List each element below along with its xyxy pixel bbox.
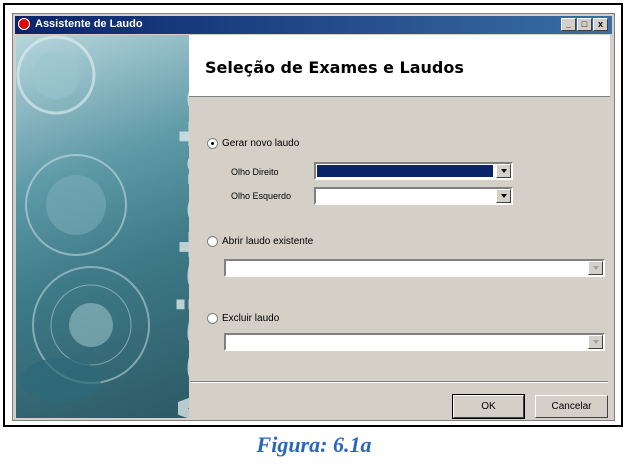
radio-gerar[interactable]: Gerar novo laudo bbox=[207, 138, 299, 149]
radio-abrir-label: Abrir laudo existente bbox=[222, 236, 314, 247]
minimize-button[interactable]: _ bbox=[561, 18, 576, 31]
ok-button[interactable]: OK bbox=[452, 394, 525, 419]
close-button[interactable]: x bbox=[593, 18, 608, 31]
chevron-down-icon[interactable] bbox=[588, 261, 603, 275]
footer-separator bbox=[190, 381, 608, 383]
figure-caption: Figura: 6.1a bbox=[256, 432, 372, 457]
window-controls: _ □ x bbox=[561, 18, 608, 31]
chevron-down-icon[interactable] bbox=[588, 335, 603, 349]
radio-gerar-label: Gerar novo laudo bbox=[222, 138, 300, 149]
olho-esquerdo-combo[interactable] bbox=[314, 187, 513, 205]
radio-gerar-indicator[interactable] bbox=[207, 138, 218, 149]
excluir-laudo-combo[interactable] bbox=[224, 333, 605, 351]
radio-excluir-indicator[interactable] bbox=[207, 313, 218, 324]
olho-esquerdo-label: Olho Esquerdo bbox=[231, 191, 292, 201]
maximize-button[interactable]: □ bbox=[577, 18, 592, 31]
title-bar[interactable]: Assistente de Laudo _ □ x bbox=[15, 16, 612, 34]
radio-abrir-indicator[interactable] bbox=[207, 236, 218, 247]
radio-excluir[interactable]: Excluir laudo bbox=[207, 313, 279, 324]
decorative-art bbox=[16, 35, 150, 402]
side-watermark-text: Assistente bbox=[168, 78, 189, 418]
app-icon bbox=[18, 18, 30, 30]
wizard-header: Seleção de Exames e Laudos bbox=[189, 35, 610, 97]
radio-excluir-label: Excluir laudo bbox=[222, 313, 280, 324]
olho-direito-combo[interactable] bbox=[314, 162, 513, 180]
window-title: Assistente de Laudo bbox=[35, 18, 143, 30]
radio-abrir[interactable]: Abrir laudo existente bbox=[207, 236, 313, 247]
page-title: Seleção de Exames e Laudos bbox=[205, 58, 464, 77]
olho-direito-value bbox=[317, 165, 493, 177]
cancel-button[interactable]: Cancelar bbox=[535, 395, 608, 418]
olho-direito-label: Olho Direito bbox=[231, 167, 279, 177]
chevron-down-icon[interactable] bbox=[496, 189, 511, 203]
chevron-down-icon[interactable] bbox=[496, 164, 511, 178]
wizard-side-image: Assistente bbox=[16, 35, 189, 418]
abrir-laudo-combo[interactable] bbox=[224, 259, 605, 277]
